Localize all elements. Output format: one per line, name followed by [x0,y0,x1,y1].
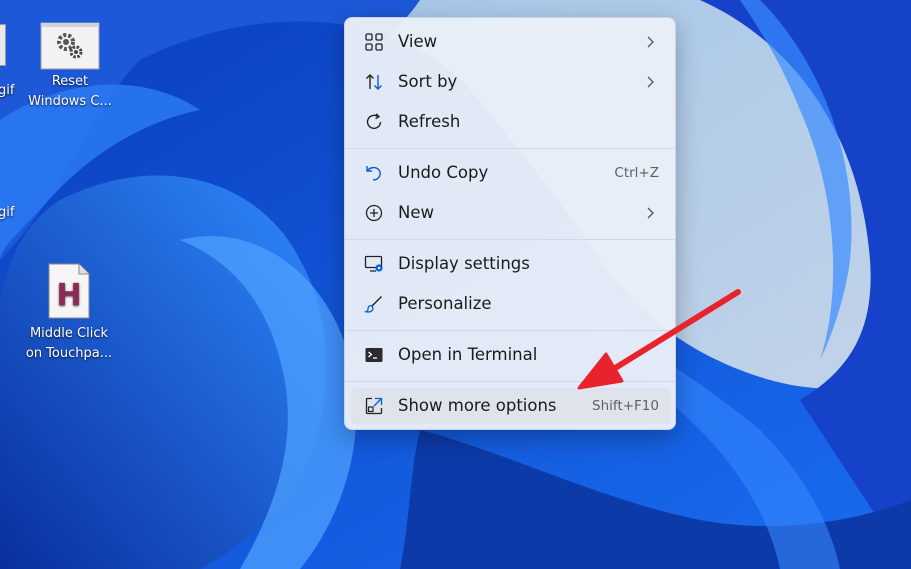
menu-item-sort-by[interactable]: Sort by [351,64,671,100]
desktop-label-partial[interactable]: gif [0,83,14,98]
menu-item-show-more-options[interactable]: Show more options Shift+F10 [351,388,671,424]
menu-item-open-in-terminal[interactable]: Open in Terminal [351,337,671,373]
chevron-right-icon [647,207,654,219]
menu-separator [345,239,675,240]
desktop-icon-label: Middle Click [29,326,109,341]
menu-separator [345,330,675,331]
shortcut-text: Shift+F10 [592,398,659,414]
menu-item-refresh[interactable]: Refresh [351,104,671,140]
menu-item-label: Sort by [398,72,458,91]
gear-shortcut-icon [40,22,100,70]
display-settings-icon [364,255,383,272]
expand-icon [365,397,383,415]
menu-item-undo-copy[interactable]: Undo Copy Ctrl+Z [351,155,671,191]
menu-item-label: Open in Terminal [398,345,538,364]
chevron-right-icon [647,36,654,48]
terminal-icon [365,348,383,362]
desktop-icon-label: on Touchpa... [25,346,113,361]
desktop-icon-label: Windows C... [28,94,112,109]
menu-separator [345,381,675,382]
desktop-icon-middle-click[interactable]: H Middle Click on Touchpa... [21,262,117,364]
desktop[interactable]: gif gif Reset Windows C... H Middle Clic… [0,0,911,569]
desktop-icon-label: Reset [51,74,89,89]
svg-text:H: H [56,278,81,313]
shortcut-text: Ctrl+Z [614,165,659,181]
chevron-right-icon [647,76,654,88]
menu-item-personalize[interactable]: Personalize [351,286,671,322]
menu-item-label: View [398,32,438,51]
sort-icon [366,74,382,90]
menu-item-label: New [398,203,434,222]
partial-file-icon[interactable] [0,24,6,66]
brush-icon [364,296,382,313]
context-menu: View Sort by Refresh Undo Copy Ctrl+Z Ne… [344,17,676,430]
menu-separator [345,148,675,149]
refresh-icon [366,113,382,130]
menu-item-view[interactable]: View [351,24,671,60]
desktop-label-partial[interactable]: gif [0,205,14,220]
menu-item-label: Refresh [398,112,461,131]
menu-item-label: Show more options [398,396,557,415]
menu-item-label: Personalize [398,294,492,313]
plus-circle-icon [365,204,383,222]
desktop-icon-reset-windows[interactable]: Reset Windows C... [22,22,118,112]
menu-item-display-settings[interactable]: Display settings [351,246,671,282]
menu-item-label: Undo Copy [398,163,489,182]
document-h-icon: H [48,263,90,319]
grid-icon [365,33,383,51]
menu-item-new[interactable]: New [351,195,671,231]
undo-icon [366,166,381,181]
menu-item-label: Display settings [398,254,530,273]
